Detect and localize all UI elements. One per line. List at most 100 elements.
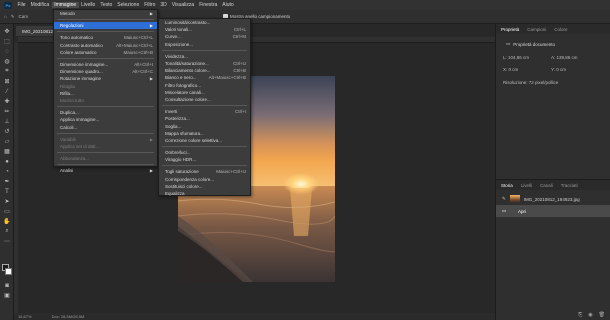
clone-stamp-icon[interactable]: ⊥ <box>3 118 11 125</box>
menu-item-corrispondenza-colore[interactable]: Corrispondenza colore... <box>159 176 250 183</box>
menu-item-colore-automatico[interactable]: Colore automatico Maiusc+Ctrl+B <box>54 49 157 56</box>
menu-modifica[interactable]: Modifica <box>28 2 52 8</box>
home-icon[interactable]: ⌂ <box>4 14 7 19</box>
menu-item-label: Dimensione immagine... <box>60 62 109 68</box>
eyedropper-tool-icon[interactable]: ✎ <box>11 14 15 20</box>
menu-item-shortcut: Alt+Ctrl+I <box>134 62 153 68</box>
tab-paths[interactable]: Tracciati <box>561 183 578 188</box>
eraser-tool-icon[interactable]: ▱ <box>3 138 11 145</box>
menu-item-applica-immagine[interactable]: Applica immagine... <box>54 116 157 123</box>
history-brush-icon[interactable]: ↺ <box>3 128 11 135</box>
menu-item-equalizza[interactable]: Equalizza <box>159 190 250 197</box>
trash-icon[interactable]: 🗑 <box>599 312 605 318</box>
frame-tool-icon[interactable]: ⊠ <box>3 78 11 85</box>
dodge-tool-icon[interactable]: ◔ <box>3 168 11 175</box>
menu-item-inverti[interactable]: Inverti Ctrl+I <box>159 108 250 115</box>
zoom-tool-icon[interactable]: ⌕ <box>3 228 11 235</box>
hand-tool-icon[interactable]: ✋ <box>3 218 11 225</box>
tab-swatches[interactable]: Campioni <box>527 27 546 32</box>
tab-layers[interactable]: Livelli <box>521 183 532 188</box>
width-field[interactable]: L: 104,86 cm <box>503 55 551 60</box>
history-step[interactable]: ▭ Apri <box>496 205 610 217</box>
shape-tool-icon[interactable]: ▭ <box>3 208 11 215</box>
history-snapshot[interactable]: ✎ IMG_20210812_194923.jpg <box>496 193 610 205</box>
menu-item-luminosita-contrasto[interactable]: Luminosità/contrasto... <box>159 19 250 26</box>
screen-mode-icon[interactable]: ▣ <box>3 292 11 299</box>
menu-filtro[interactable]: Filtro <box>142 2 158 8</box>
menu-item-tono-automatico[interactable]: Tono automatico Maiusc+Ctrl+L <box>54 34 157 41</box>
quick-select-tool-icon[interactable]: ◍ <box>3 58 11 65</box>
photoshop-logo-icon[interactable]: Ps <box>4 1 12 9</box>
menu-item-curve[interactable]: Curve... Ctrl+M <box>159 33 250 40</box>
menu-item-dimensione-quadro[interactable]: Dimensione quadro... Alt+Ctrl+C <box>54 68 157 75</box>
menu-item-mappa-sfumatura[interactable]: Mappa sfumatura... <box>159 130 250 137</box>
menu-item-togli-saturazione[interactable]: Togli saturazione Maiusc+Ctrl+U <box>159 168 250 175</box>
menu-item-filtro-fotografico[interactable]: Filtro fotografico... <box>159 82 250 89</box>
menu-testo[interactable]: Testo <box>98 2 115 8</box>
menu-item-esposizione[interactable]: Esposizione... <box>159 41 250 48</box>
quick-mask-icon[interactable]: ◙ <box>3 282 11 289</box>
path-select-tool-icon[interactable]: ➤ <box>3 198 11 205</box>
brush-source-icon[interactable]: ✎ <box>502 196 506 202</box>
zoom-level[interactable]: 16,67% <box>18 314 32 319</box>
menu-item-ombre-luci[interactable]: Ombre/luci... <box>159 149 250 156</box>
tab-color[interactable]: Colore <box>554 27 567 32</box>
menu-finestra[interactable]: Finestra <box>197 2 220 8</box>
new-document-icon[interactable]: ⎘ <box>578 312 582 318</box>
crop-tool-icon[interactable]: ⌗ <box>3 68 11 75</box>
menu-item-analisi[interactable]: Analisi ▶ <box>54 167 157 174</box>
menu-item-tonalita-saturazione[interactable]: Tonalità/saturazione... Ctrl+U <box>159 60 250 67</box>
y-field[interactable]: Y: 0 cm <box>551 67 599 72</box>
marquee-tool-icon[interactable]: ⬚ <box>3 38 11 45</box>
type-tool-icon[interactable]: T <box>3 188 11 195</box>
image-menu: Metodo ▶ Regolazioni ▶ Tono automatico Maiusc… <box>53 9 158 173</box>
menu-item-calcoli[interactable]: Calcoli... <box>54 123 157 130</box>
lasso-tool-icon[interactable]: ◌ <box>3 48 11 55</box>
menu-item-rifila[interactable]: Rifila... <box>54 90 157 97</box>
background-color-swatch[interactable] <box>5 268 12 275</box>
menu-item-bianco-e-nero[interactable]: Bianco e nero... Alt+Maiusc+Ctrl+B <box>159 74 250 81</box>
tab-properties[interactable]: Proprietà <box>501 27 519 32</box>
menu-livello[interactable]: Livello <box>79 2 98 8</box>
menu-visualizza[interactable]: Visualizza <box>169 2 196 8</box>
height-field[interactable]: A: 139,86 cm <box>551 55 599 60</box>
menu-item-soglia[interactable]: Soglia... <box>159 122 250 129</box>
menu-item-contrasto-automatico[interactable]: Contrasto automatico Alt+Maiusc+Ctrl+L <box>54 42 157 49</box>
menu-item-correzione-colore-selettiva[interactable]: Correzione colore selettiva... <box>159 137 250 144</box>
menu-item-valori-tonali[interactable]: Valori tonali... Ctrl+L <box>159 26 250 33</box>
menu-item-dimensione-immagine[interactable]: Dimensione immagine... Alt+Ctrl+I <box>54 61 157 68</box>
menu-item-metodo[interactable]: Metodo ▶ <box>54 10 157 17</box>
pen-tool-icon[interactable]: ✒ <box>3 178 11 185</box>
more-tools-icon[interactable]: ⋯ <box>3 238 11 245</box>
menu-item-sostituisci-colore[interactable]: Sostituisci colore... <box>159 183 250 190</box>
menu-item-viraggio-hdr[interactable]: Viraggio HDR... <box>159 156 250 163</box>
menu-3d[interactable]: 3D <box>158 2 169 8</box>
menu-item-duplica[interactable]: Duplica... <box>54 109 157 116</box>
menu-immagine[interactable]: Immagine <box>51 2 79 8</box>
gradient-tool-icon[interactable]: ▦ <box>3 148 11 155</box>
menu-item-miscelatore-canali[interactable]: Miscelatore canali... <box>159 89 250 96</box>
brush-tool-icon[interactable]: ✏ <box>3 108 11 115</box>
menu-item-label: Mostra tutto <box>60 97 84 103</box>
menu-item-shortcut: Ctrl+M <box>232 34 246 40</box>
menu-selezione[interactable]: Selezione <box>115 2 142 8</box>
menu-item-rotazione-immagine[interactable]: Rotazione immagine ▶ <box>54 75 157 82</box>
menu-item-consultazione-colore[interactable]: Consultazione colore... <box>159 96 250 103</box>
camera-snapshot-icon[interactable]: ◉ <box>588 312 592 318</box>
snapshot-label: IMG_20210812_194923.jpg <box>523 196 580 202</box>
tab-history[interactable]: Storia <box>501 183 513 188</box>
menu-file[interactable]: File <box>15 2 28 8</box>
menu-aiuto[interactable]: Aiuto <box>220 2 236 8</box>
healing-brush-icon[interactable]: ✚ <box>3 98 11 105</box>
eyedropper-icon[interactable]: ⁄ <box>3 88 11 95</box>
menu-item-regolazioni[interactable]: Regolazioni ▶ <box>54 22 157 30</box>
menu-item-vividezza[interactable]: Vividezza... <box>159 53 250 60</box>
menu-item-bilanciamento-colore[interactable]: Bilanciamento colore... Ctrl+B <box>159 67 250 74</box>
menu-item-posterizza[interactable]: Posterizza... <box>159 115 250 122</box>
x-field[interactable]: X: 0 cm <box>503 67 551 72</box>
move-tool-icon[interactable]: ✥ <box>3 28 11 35</box>
blur-tool-icon[interactable]: ● <box>3 158 11 165</box>
menu-item-label: Corrispondenza colore... <box>165 176 215 182</box>
tab-channels[interactable]: Canali <box>540 183 553 188</box>
menu-item-label: Metodo <box>60 11 76 17</box>
